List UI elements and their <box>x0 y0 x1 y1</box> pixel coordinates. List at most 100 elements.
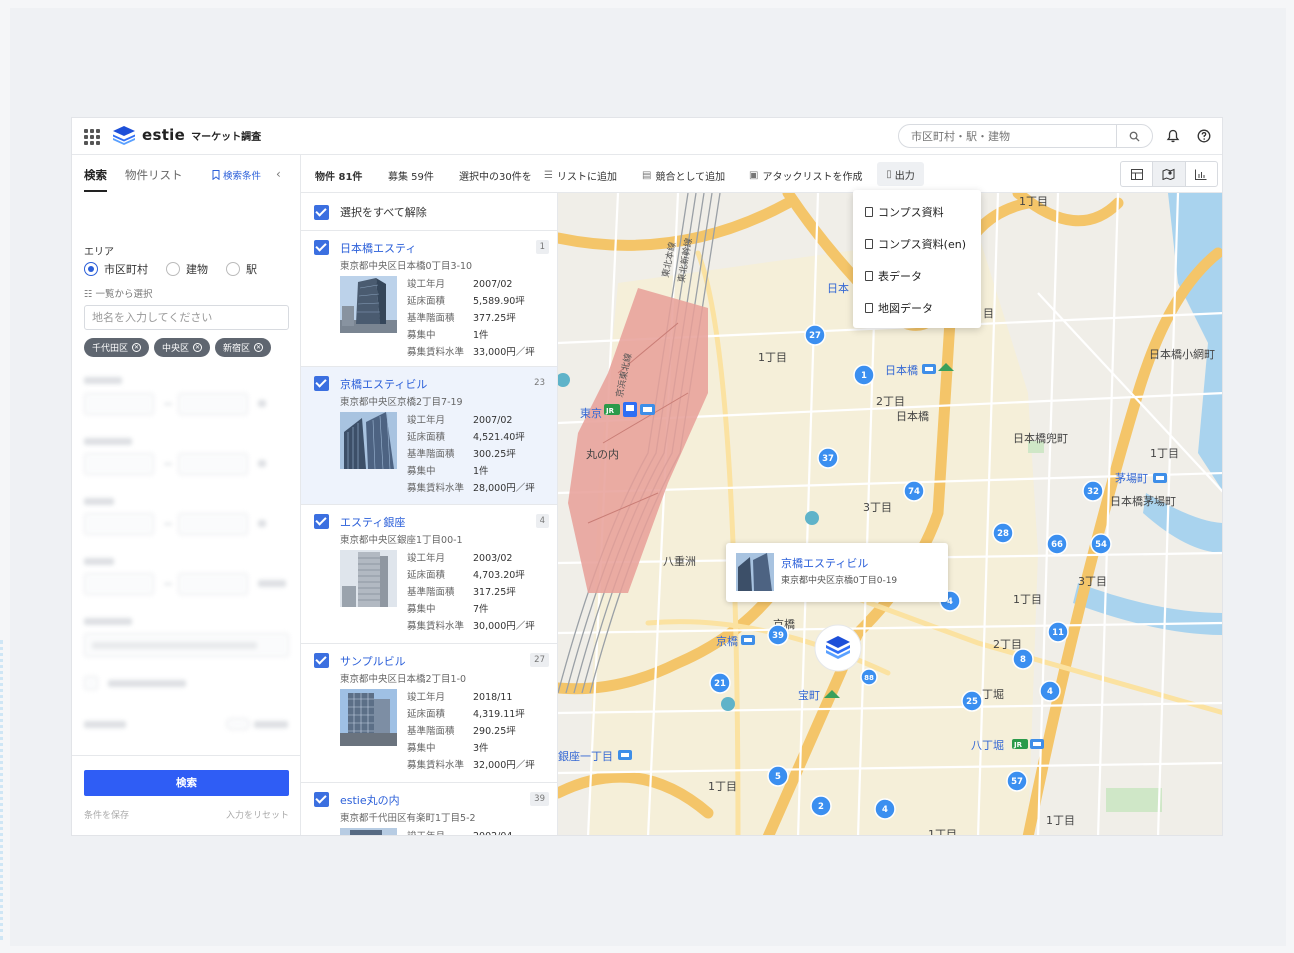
metro-icon <box>1153 473 1167 483</box>
map-label: 目 <box>983 307 994 320</box>
map-label: 丸の内 <box>586 447 619 461</box>
radio-station[interactable]: 駅 <box>226 261 257 277</box>
spec-value: 32,000円／坪 <box>473 760 535 771</box>
item-checkbox[interactable] <box>314 240 329 255</box>
search-submit-button[interactable]: 検索 <box>84 770 289 796</box>
create-attack-list-button[interactable]: ▣ アタックリストを作成 <box>749 168 862 183</box>
menu-item-comps-doc-en[interactable]: コンプス資料(en) <box>865 236 966 252</box>
item-checkbox[interactable] <box>314 792 329 807</box>
svg-text:JR: JR <box>605 407 615 415</box>
deselect-all[interactable]: 選択をすべて解除 <box>314 204 427 220</box>
menu-item-comps-doc[interactable]: コンプス資料 <box>865 204 944 220</box>
property-name[interactable]: エスティ銀座 <box>340 514 405 530</box>
list-item[interactable]: 日本橋エスティ 1 東京都中央区日本橋0丁目3-10 竣工年月 2007/02 延… <box>301 230 557 368</box>
svg-text:8: 8 <box>1020 655 1026 665</box>
list-item[interactable]: サンプルビル 27 東京都中央区日本橋2丁目1-0 竣工年月 2018/11 延床… <box>301 643 557 781</box>
apps-grid-icon[interactable] <box>84 129 100 145</box>
list-item[interactable]: エスティ銀座 4 東京都中央区銀座1丁目00-1 竣工年月 2003/02 延床面… <box>301 504 557 642</box>
saved-conditions-link[interactable]: 検索条件 <box>212 168 261 182</box>
table-view-button[interactable] <box>1121 162 1154 186</box>
svg-text:74: 74 <box>908 487 920 497</box>
list-item[interactable]: estie丸の内 39 東京都千代田区有楽町1丁目5-2 竣工年月2002/04 <box>301 782 557 835</box>
view-switcher <box>1120 161 1218 187</box>
property-name[interactable]: 京橋エスティビル <box>340 376 427 392</box>
svg-text:11: 11 <box>1052 628 1064 638</box>
property-number-badge: 4 <box>535 514 549 528</box>
bell-icon[interactable] <box>1166 129 1180 143</box>
tab-search[interactable]: 検索 <box>84 167 107 192</box>
spec-value: 5,589.90坪 <box>473 296 525 307</box>
menu-item-table-data[interactable]: 表データ <box>865 268 922 284</box>
property-number-badge: 1 <box>535 240 549 254</box>
output-button[interactable]: ▯ 出力 <box>877 162 924 186</box>
tab-property-list[interactable]: 物件リスト <box>125 167 183 192</box>
spec-label: 基準階面積 <box>407 726 455 737</box>
building-photo <box>340 550 397 607</box>
app-logo[interactable]: estie マーケット調査 <box>112 125 261 145</box>
search-icon <box>1129 131 1140 142</box>
metro-icon <box>1030 739 1044 749</box>
map-label: 宝町 <box>798 688 820 702</box>
map-label: 銀座一丁目 <box>558 749 613 763</box>
checkbox[interactable] <box>314 204 329 220</box>
area-chip[interactable]: 中央区 ✕ <box>154 338 211 357</box>
remove-chip-icon[interactable]: ✕ <box>254 343 264 352</box>
select-from-list-link[interactable]: ☷ 一覧から選択 <box>84 286 153 300</box>
blurred-filter-fields <box>72 365 301 755</box>
property-name[interactable]: サンプルビル <box>340 653 406 669</box>
property-name[interactable]: estie丸の内 <box>340 792 400 808</box>
add-to-list-button[interactable]: ☰ リストに追加 <box>544 168 617 183</box>
radio-label: 建物 <box>186 263 208 276</box>
map-label: 1丁目 <box>708 780 737 793</box>
building-photo <box>340 828 397 835</box>
map-property-popup[interactable]: 京橋エスティビル 東京都中央区京橋0丁目0-19 <box>726 543 948 602</box>
building-photo <box>340 689 397 746</box>
cluster-marker: 32 <box>1082 480 1104 502</box>
property-address: 東京都中央区日本橋2丁目1-0 <box>340 674 467 685</box>
add-as-competitor-button[interactable]: ▤ 競合として追加 <box>642 168 725 183</box>
search-footer: 検索 条件を保存 入力をリセット <box>72 755 301 835</box>
saved-conditions-label: 検索条件 <box>223 171 262 182</box>
area-chip[interactable]: 新宿区 ✕ <box>215 338 272 357</box>
item-checkbox[interactable] <box>314 514 329 529</box>
reset-input-link[interactable]: 入力をリセット <box>226 808 289 821</box>
spec-label: 募集賃料水準 <box>407 483 465 494</box>
radio-label: 駅 <box>246 263 257 276</box>
map-label: 1丁目 <box>1013 593 1042 606</box>
list-icon: ☰ <box>544 170 553 181</box>
global-search-input[interactable] <box>899 129 1117 143</box>
document-icon <box>865 303 873 313</box>
spec-value: 7件 <box>473 604 489 615</box>
remove-chip-icon[interactable]: ✕ <box>193 343 203 352</box>
help-icon[interactable] <box>1197 129 1211 143</box>
popup-property-name[interactable]: 京橋エスティビル <box>781 555 868 571</box>
remove-chip-icon[interactable]: ✕ <box>132 343 142 352</box>
map-view-button[interactable] <box>1153 162 1186 186</box>
list-item[interactable]: 京橋エスティビル 23 東京都中央区京橋2丁目7-19 竣工年月 2007/02 … <box>301 366 557 504</box>
area-chip[interactable]: 千代田区 ✕ <box>84 338 150 357</box>
spec-label: 募集中 <box>407 330 436 341</box>
search-button[interactable] <box>1116 125 1152 147</box>
spec-value: 4,703.20坪 <box>473 570 525 581</box>
subway-icon <box>623 402 637 417</box>
property-address: 東京都中央区日本橋0丁目3-10 <box>340 261 473 272</box>
radio-municipality[interactable]: 市区町村 <box>84 261 148 277</box>
menu-item-map-data[interactable]: 地図データ <box>865 300 933 316</box>
collapse-panel-icon[interactable]: ‹ <box>276 167 281 181</box>
logo-wordmark: estie <box>142 126 186 144</box>
chart-view-button[interactable] <box>1186 162 1217 186</box>
radio-building[interactable]: 建物 <box>166 261 208 277</box>
item-checkbox[interactable] <box>314 653 329 668</box>
area-name-input[interactable]: 地名を入力してください <box>84 305 289 330</box>
spec-value: 2018/11 <box>473 692 513 703</box>
item-checkbox[interactable] <box>314 376 329 391</box>
svg-text:32: 32 <box>1087 487 1099 497</box>
svg-text:2: 2 <box>818 802 824 812</box>
save-conditions-link[interactable]: 条件を保存 <box>84 808 129 821</box>
svg-text:21: 21 <box>714 679 726 689</box>
spec-label: 延床面積 <box>407 432 446 443</box>
metro-icon <box>741 635 755 645</box>
app-header: estie マーケット調査 <box>72 118 1222 155</box>
cluster-marker: 2 <box>810 795 832 817</box>
property-name[interactable]: 日本橋エスティ <box>340 240 416 256</box>
